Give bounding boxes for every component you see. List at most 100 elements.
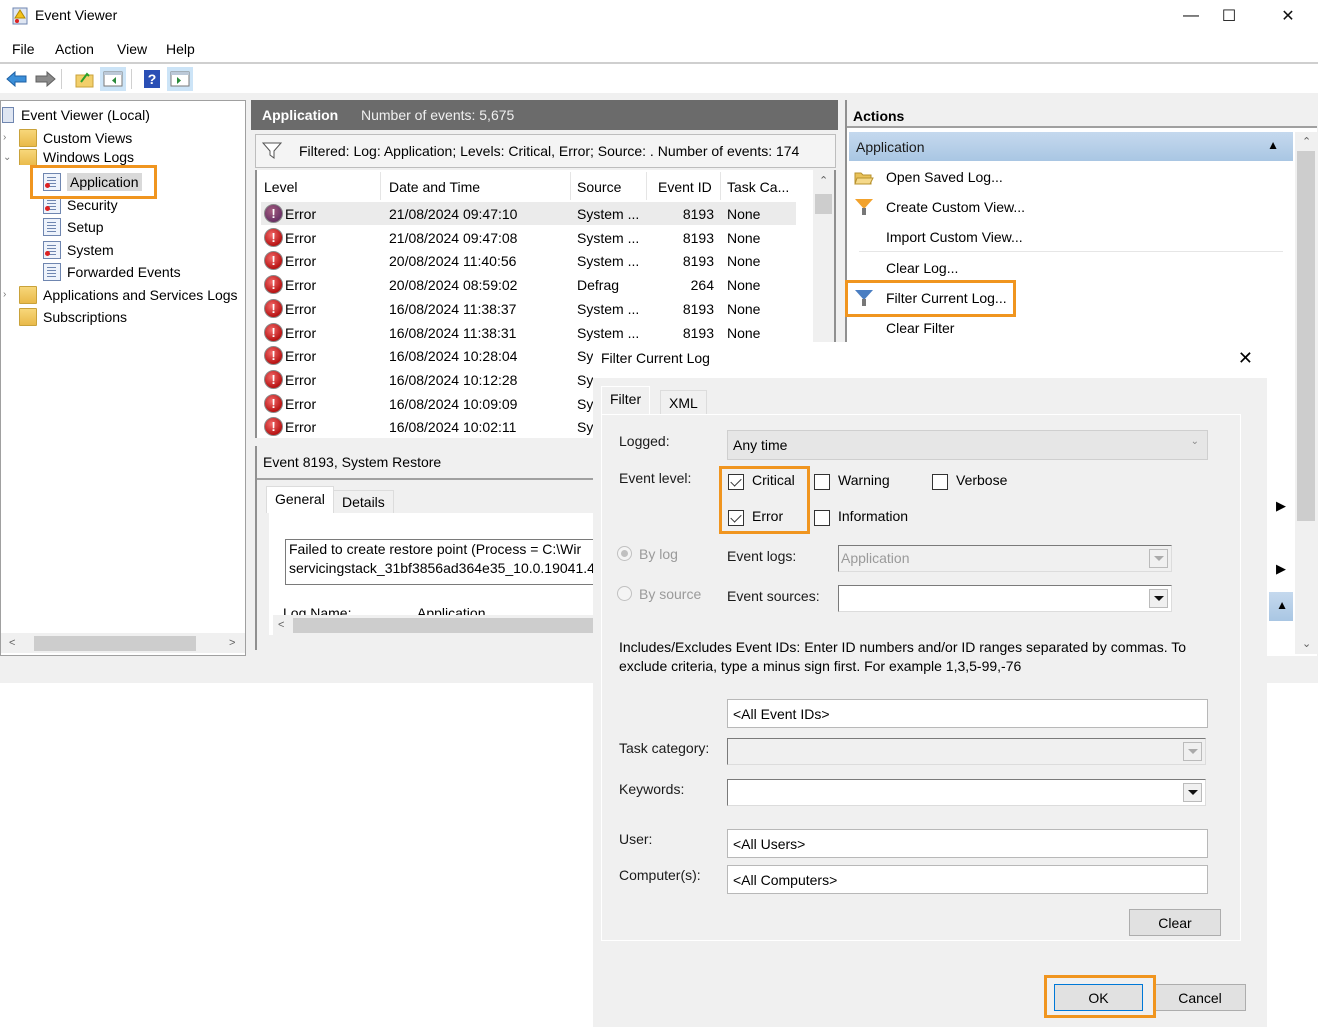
cell-level: Error xyxy=(285,206,317,222)
column-divider[interactable] xyxy=(646,172,647,200)
checkbox-error[interactable] xyxy=(728,510,744,526)
logged-dropdown[interactable]: Any time ⌄ xyxy=(727,430,1208,460)
event-sources-dropdown[interactable] xyxy=(838,585,1172,612)
cell-date-time: 16/08/2024 11:38:37 xyxy=(389,300,517,317)
cell-date-time: 20/08/2024 08:59:02 xyxy=(389,277,518,294)
log-icon xyxy=(43,263,61,281)
checkbox-information[interactable] xyxy=(814,510,830,526)
tab-filter[interactable]: Filter xyxy=(601,386,651,415)
cell-date-time: 20/08/2024 11:40:56 xyxy=(389,253,517,270)
scroll-left-icon[interactable]: < xyxy=(278,619,284,631)
action-import-custom-view[interactable]: Import Custom View... xyxy=(849,222,1293,252)
scrollbar-thumb[interactable] xyxy=(34,636,196,651)
table-row[interactable]: ! Error 16/08/2024 11:38:31 System ... 8193 N… xyxy=(261,321,796,344)
tree-item-forwarded-events[interactable]: Forwarded Events xyxy=(43,261,181,283)
scroll-up-icon[interactable]: ⌃ xyxy=(1302,135,1311,148)
table-row[interactable]: ! Error 21/08/2024 09:47:10 System ... 8193 N… xyxy=(261,202,796,225)
action-clear-filter[interactable]: Clear Filter xyxy=(849,313,1293,343)
tab-details[interactable]: Details xyxy=(333,490,394,513)
by-source-radio[interactable] xyxy=(617,586,632,601)
clear-button[interactable]: Clear xyxy=(1129,909,1221,936)
cell-source: System ... xyxy=(577,300,640,317)
tree-item-custom-views[interactable]: Custom Views xyxy=(19,127,132,149)
close-window-button[interactable]: ✕ xyxy=(1259,0,1317,32)
maximize-button[interactable]: ☐ xyxy=(1200,0,1258,32)
forward-button[interactable] xyxy=(32,67,58,91)
tree-root[interactable]: Event Viewer (Local) xyxy=(2,104,150,126)
up-level-button[interactable] xyxy=(72,67,98,91)
back-button[interactable] xyxy=(4,67,30,91)
expander-icon[interactable]: › xyxy=(3,289,6,300)
checkbox-warning[interactable] xyxy=(814,474,830,490)
event-message[interactable]: Failed to create restore point (Process … xyxy=(285,539,597,585)
by-log-radio[interactable] xyxy=(617,546,632,561)
col-task-category[interactable]: Task Ca... xyxy=(727,179,789,195)
show-hide-console-tree-button[interactable] xyxy=(100,67,126,91)
help-button[interactable]: ? xyxy=(139,67,165,91)
table-row[interactable]: ! Error 20/08/2024 08:59:02 Defrag 264 None xyxy=(261,273,796,296)
tab-general[interactable]: General xyxy=(266,486,334,513)
checkbox-critical[interactable] xyxy=(728,474,744,490)
tree-item-windows-logs[interactable]: Windows Logs xyxy=(19,149,134,165)
collapse-icon[interactable]: ▲ xyxy=(1267,138,1279,152)
col-level[interactable]: Level xyxy=(264,179,297,195)
tree-item-subscriptions[interactable]: Subscriptions xyxy=(19,306,127,328)
action-open-saved-log[interactable]: Open Saved Log... xyxy=(849,162,1293,192)
col-source[interactable]: Source xyxy=(577,179,621,195)
tree-item-system[interactable]: System xyxy=(43,239,114,261)
menu-bar: File Action View Help xyxy=(0,38,1318,62)
event-logs-dropdown[interactable]: Application xyxy=(838,545,1172,572)
column-divider[interactable] xyxy=(720,172,721,200)
action-create-custom-view[interactable]: Create Custom View... xyxy=(849,192,1293,222)
expander-icon[interactable]: ⌄ xyxy=(3,152,11,163)
col-date-time[interactable]: Date and Time xyxy=(389,179,480,195)
menu-help[interactable]: Help xyxy=(166,41,195,57)
scrollbar-thumb[interactable] xyxy=(293,618,597,633)
col-event-id[interactable]: Event ID xyxy=(658,179,712,195)
expander-icon[interactable]: › xyxy=(3,132,6,143)
actions-vertical-scrollbar[interactable]: ⌃ ⌄ xyxy=(1295,132,1317,654)
collapse-icon[interactable]: ▲ xyxy=(1276,598,1288,612)
tree-item-setup[interactable]: Setup xyxy=(43,216,104,238)
column-divider[interactable] xyxy=(380,172,381,200)
table-row[interactable]: ! Error 21/08/2024 09:47:08 System ... 8193 N… xyxy=(261,226,796,249)
tree-item-security[interactable]: Security xyxy=(43,194,118,216)
menu-action[interactable]: Action xyxy=(55,41,94,57)
actions-section-collapse[interactable]: ▲ xyxy=(1269,592,1293,621)
keywords-dropdown[interactable] xyxy=(727,779,1206,806)
dialog-close-icon[interactable]: ✕ xyxy=(1238,348,1253,369)
filter-tab-panel: Logged: Any time ⌄ Event level: Critical… xyxy=(601,414,1241,941)
scroll-left-icon[interactable]: < xyxy=(9,637,15,649)
cell-source: System ... xyxy=(577,206,640,222)
scroll-up-icon[interactable]: ⌃ xyxy=(819,174,828,187)
cell-date-time: 21/08/2024 09:47:08 xyxy=(389,229,518,246)
expand-submenu-icon[interactable]: ▶ xyxy=(1269,554,1293,584)
actions-section-application[interactable]: Application ▲ xyxy=(849,132,1293,161)
tree-horizontal-scrollbar[interactable]: < > xyxy=(1,633,245,653)
menu-file[interactable]: File xyxy=(12,41,35,57)
scroll-right-icon[interactable]: > xyxy=(229,637,235,649)
scroll-down-icon[interactable]: ⌄ xyxy=(1302,637,1311,650)
expand-submenu-icon[interactable]: ▶ xyxy=(1269,491,1293,521)
details-horizontal-scrollbar[interactable]: < xyxy=(273,615,597,635)
table-row[interactable]: ! Error 16/08/2024 11:38:37 System ... 8193 N… xyxy=(261,297,796,320)
action-clear-log[interactable]: Clear Log... xyxy=(849,253,1293,283)
checkbox-verbose[interactable] xyxy=(932,474,948,490)
table-row[interactable]: ! Error 20/08/2024 11:40:56 System ... 8193 N… xyxy=(261,249,796,272)
event-ids-input[interactable]: <All Event IDs> xyxy=(727,699,1208,728)
menu-view[interactable]: View xyxy=(117,41,147,57)
cell-source: Sy xyxy=(577,348,594,365)
cancel-button[interactable]: Cancel xyxy=(1154,984,1246,1011)
computers-input[interactable]: <All Computers> xyxy=(727,865,1208,894)
scrollbar-thumb[interactable] xyxy=(1297,151,1315,521)
tab-xml[interactable]: XML xyxy=(660,390,707,415)
action-filter-current-log[interactable]: Filter Current Log... xyxy=(849,283,1293,313)
task-category-dropdown[interactable] xyxy=(727,738,1206,765)
tree-item-applications-and-services-logs[interactable]: Applications and Services Logs xyxy=(19,284,238,306)
tree-item-application[interactable]: Application xyxy=(43,171,142,193)
ok-button[interactable]: OK xyxy=(1054,984,1143,1011)
scrollbar-thumb[interactable] xyxy=(815,194,832,214)
column-divider[interactable] xyxy=(570,172,571,200)
user-input[interactable]: <All Users> xyxy=(727,829,1208,858)
show-hide-action-pane-button[interactable] xyxy=(167,67,193,91)
